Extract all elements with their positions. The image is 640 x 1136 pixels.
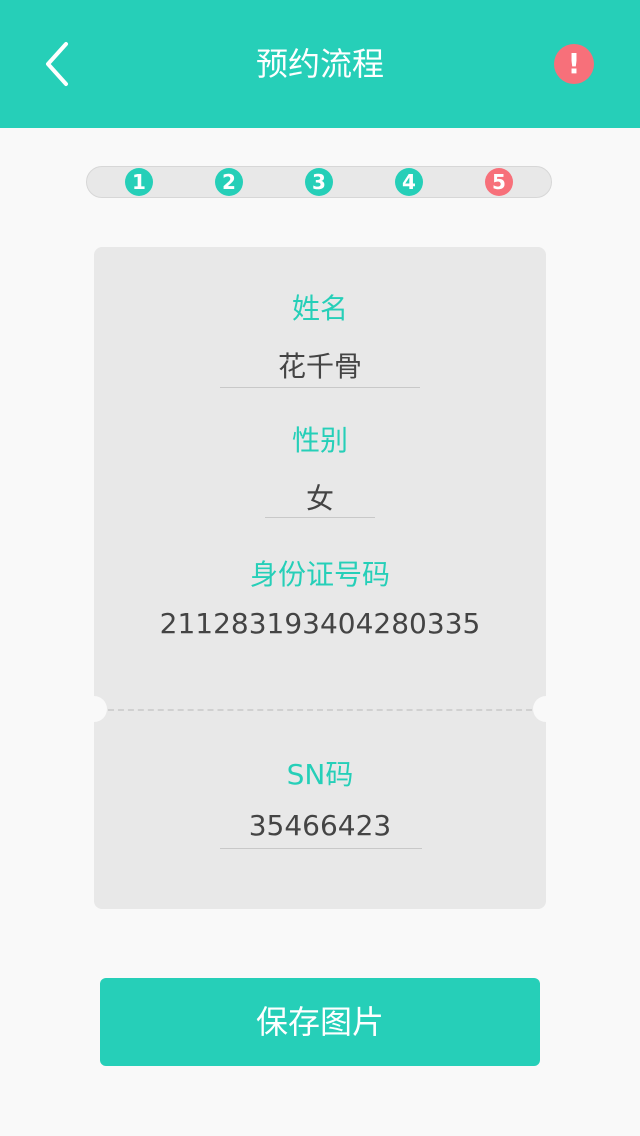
alert-button[interactable]: ! [554,44,594,84]
chevron-left-icon [46,42,68,86]
exclamation-icon: ! [567,47,581,80]
step-1[interactable]: 1 [125,168,153,196]
sn-code-value: 35466423 [248,809,392,842]
gender-value: 女 [305,482,334,515]
ticket-perforation [108,709,532,711]
sn-code-label: SN码 [286,758,354,791]
name-label: 姓名 [291,292,348,325]
name-value: 花千骨 [277,350,362,383]
step-4[interactable]: 4 [395,168,423,196]
header-bar: 预约流程 ! [0,0,640,128]
gender-label: 性别 [291,424,348,457]
ticket-notch-left [81,696,107,722]
step-5[interactable]: 5 [485,168,513,196]
name-underline [220,387,420,388]
step-progress-bar: 1 2 3 4 5 [86,166,552,198]
gender-underline [265,517,375,518]
appointment-ticket-card: 姓名 花千骨 性别 女 身份证号码 211283193404280335 SN码… [81,247,559,909]
id-number-value: 211283193404280335 [159,607,481,640]
page-title: 预约流程 [255,45,384,83]
save-image-button[interactable]: 保存图片 [100,978,540,1066]
step-2[interactable]: 2 [215,168,243,196]
ticket-notch-right [533,696,559,722]
sn-code-underline [220,848,422,849]
id-number-label: 身份证号码 [249,558,390,591]
step-3[interactable]: 3 [305,168,333,196]
back-button[interactable] [30,36,86,92]
